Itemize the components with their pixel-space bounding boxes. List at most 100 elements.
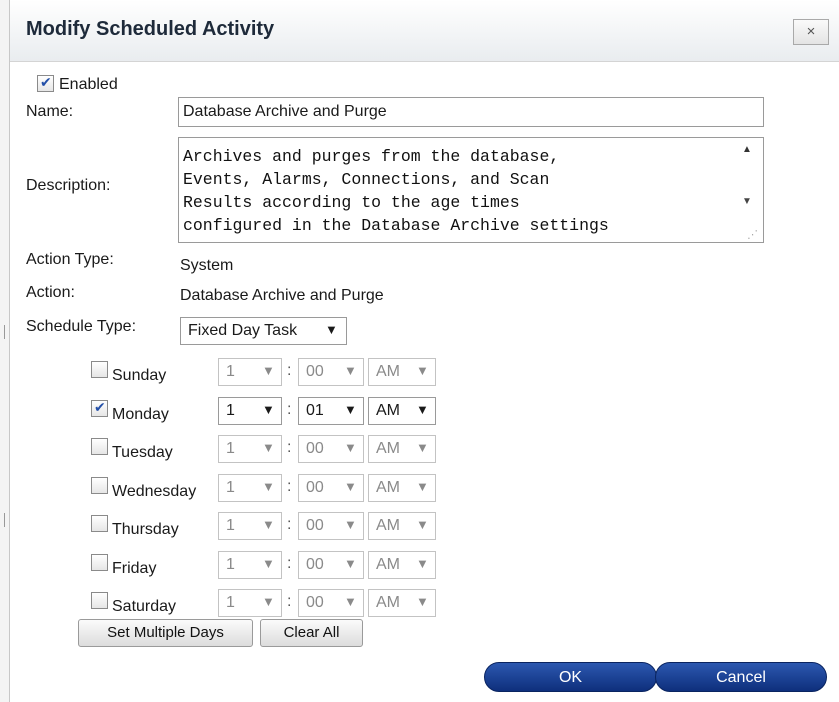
day-label: Sunday	[112, 367, 167, 384]
minute-select[interactable]: 00 ▼	[298, 358, 364, 386]
time-separator: :	[287, 439, 292, 456]
enabled-checkbox[interactable]	[37, 74, 54, 92]
dialog-titlebar: Modify Scheduled Activity ×	[10, 0, 839, 62]
hour-select-value: 1	[226, 402, 235, 419]
clear-all-button[interactable]: Clear All	[260, 619, 363, 647]
schedule-type-label: Schedule Type:	[26, 318, 137, 335]
set-multiple-days-button[interactable]: Set Multiple Days	[78, 619, 253, 647]
day-checkbox-monday[interactable]	[91, 399, 108, 417]
ampm-select[interactable]: AM ▼	[368, 512, 436, 540]
schedule-type-select[interactable]: Fixed Day Task ▼	[180, 317, 347, 345]
minute-select[interactable]: 00 ▼	[298, 551, 364, 579]
ampm-select[interactable]: AM ▼	[368, 397, 436, 425]
time-separator: :	[287, 401, 292, 418]
minute-select[interactable]: 00 ▼	[298, 435, 364, 463]
hour-select[interactable]: 1 ▼	[218, 435, 282, 463]
day-checkbox-thursday[interactable]	[91, 515, 108, 532]
hour-select[interactable]: 1 ▼	[218, 397, 282, 425]
ampm-select[interactable]: AM ▼	[368, 474, 436, 502]
hour-select[interactable]: 1 ▼	[218, 358, 282, 386]
background-window-edge	[0, 0, 10, 702]
minute-select-value: 01	[306, 402, 324, 419]
ampm-select-value: AM	[376, 517, 400, 534]
minute-select[interactable]: 00 ▼	[298, 474, 364, 502]
chevron-down-icon: ▼	[416, 479, 429, 494]
hour-select-value: 1	[226, 556, 235, 573]
dialog-title: Modify Scheduled Activity	[26, 18, 275, 40]
chevron-down-icon: ▼	[344, 402, 357, 417]
day-label: Friday	[112, 560, 157, 577]
enabled-label: Enabled	[59, 76, 118, 93]
hour-select[interactable]: 1 ▼	[218, 474, 282, 502]
action-label: Action:	[26, 284, 75, 301]
hour-select-value: 1	[226, 479, 235, 496]
chevron-down-icon: ▼	[262, 402, 275, 417]
chevron-down-icon: ▼	[262, 363, 275, 378]
hour-select[interactable]: 1 ▼	[218, 551, 282, 579]
time-separator: :	[287, 478, 292, 495]
time-separator: :	[287, 555, 292, 572]
day-label: Monday	[112, 406, 169, 423]
chevron-down-icon: ▼	[344, 594, 357, 609]
name-input[interactable]: Database Archive and Purge	[178, 97, 764, 127]
chevron-down-icon: ▼	[344, 363, 357, 378]
day-checkbox-saturday[interactable]	[91, 592, 108, 609]
ampm-select[interactable]: AM ▼	[368, 551, 436, 579]
hour-select-value: 1	[226, 440, 235, 457]
cancel-button[interactable]: Cancel	[655, 662, 827, 692]
close-button[interactable]: ×	[793, 19, 829, 45]
day-checkbox-wednesday[interactable]	[91, 477, 108, 494]
schedule-type-value: Fixed Day Task	[188, 322, 298, 339]
day-checkbox-sunday[interactable]	[91, 361, 108, 378]
ampm-select-value: AM	[376, 594, 400, 611]
ampm-select-value: AM	[376, 363, 400, 380]
ok-button[interactable]: OK	[484, 662, 657, 692]
resize-grip-icon[interactable]: ⋰	[747, 228, 758, 241]
day-checkbox-friday[interactable]	[91, 554, 108, 571]
minute-select-value: 00	[306, 556, 324, 573]
chevron-down-icon: ▼	[344, 556, 357, 571]
day-label: Saturday	[112, 598, 177, 615]
name-label: Name:	[26, 103, 74, 120]
ampm-select-value: AM	[376, 402, 400, 419]
splitter-mark	[4, 325, 7, 339]
minute-select[interactable]: 01 ▼	[298, 397, 364, 425]
ampm-select-value: AM	[376, 479, 400, 496]
minute-select-value: 00	[306, 440, 324, 457]
chevron-down-icon: ▼	[262, 556, 275, 571]
chevron-down-icon: ▼	[416, 440, 429, 455]
description-text: Archives and purges from the database, E…	[183, 147, 609, 235]
scroll-up-icon[interactable]: ▲	[742, 144, 752, 155]
minute-select[interactable]: 00 ▼	[298, 512, 364, 540]
close-icon: ×	[806, 23, 816, 40]
minute-select-value: 00	[306, 517, 324, 534]
description-textarea[interactable]: Archives and purges from the database, E…	[178, 137, 764, 243]
chevron-down-icon: ▼	[416, 363, 429, 378]
chevron-down-icon: ▼	[416, 594, 429, 609]
chevron-down-icon: ▼	[262, 479, 275, 494]
ampm-select[interactable]: AM ▼	[368, 589, 436, 617]
minute-select[interactable]: 00 ▼	[298, 589, 364, 617]
scroll-down-icon[interactable]: ▼	[742, 196, 752, 207]
hour-select[interactable]: 1 ▼	[218, 512, 282, 540]
hour-select[interactable]: 1 ▼	[218, 589, 282, 617]
hour-select-value: 1	[226, 363, 235, 380]
minute-select-value: 00	[306, 363, 324, 380]
modify-scheduled-activity-dialog: Modify Scheduled Activity × Enabled Name…	[10, 0, 839, 702]
action-value: Database Archive and Purge	[180, 287, 384, 304]
day-label: Thursday	[112, 521, 179, 538]
day-checkbox-tuesday[interactable]	[91, 438, 108, 455]
ampm-select[interactable]: AM ▼	[368, 435, 436, 463]
chevron-down-icon: ▼	[262, 517, 275, 532]
minute-select-value: 00	[306, 479, 324, 496]
action-type-value: System	[180, 257, 234, 274]
hour-select-value: 1	[226, 517, 235, 534]
action-type-label: Action Type:	[26, 251, 114, 268]
ampm-select-value: AM	[376, 440, 400, 457]
ampm-select[interactable]: AM ▼	[368, 358, 436, 386]
splitter-mark	[4, 513, 7, 527]
chevron-down-icon: ▼	[416, 402, 429, 417]
time-separator: :	[287, 362, 292, 379]
chevron-down-icon: ▼	[416, 556, 429, 571]
day-label: Tuesday	[112, 444, 173, 461]
